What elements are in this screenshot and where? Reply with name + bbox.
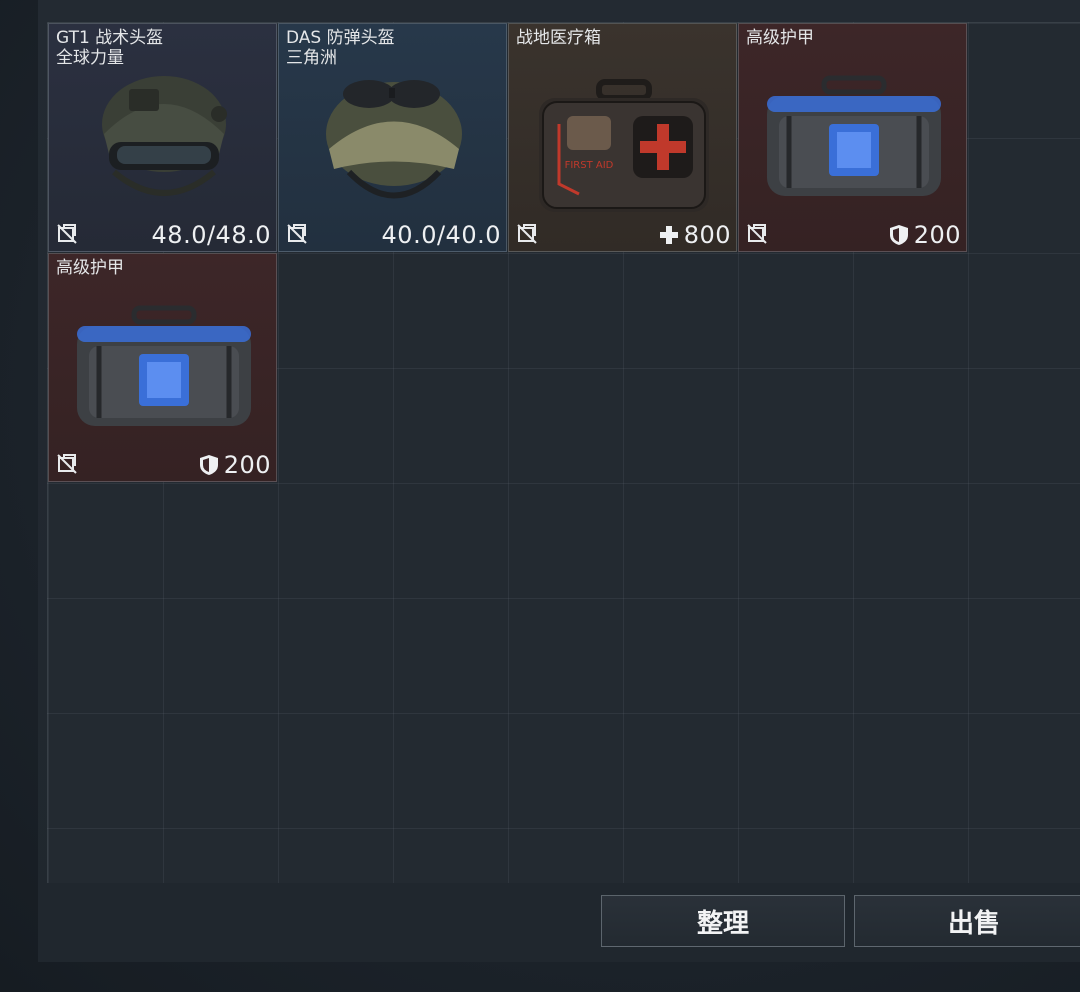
inventory-item-armor[interactable]: 高级护甲 200 [738,23,967,252]
item-name: 战地医疗箱 [516,28,601,48]
shield-icon [199,455,218,475]
item-armor-value: 200 [198,451,271,479]
item-name: DAS 防弹头盔 [286,28,395,48]
inventory-item-das-helmet[interactable]: DAS 防弹头盔 三角洲 40.0/40.0 [278,23,507,252]
shield-icon [889,225,908,245]
no-trade-icon [57,224,77,244]
no-trade-icon [517,224,537,244]
item-stat-value: 200 [913,221,961,249]
item-stat-value: 48.0/48.0 [151,221,271,249]
item-name: GT1 战术头盔 [56,28,164,48]
item-durability: 40.0/40.0 [382,221,501,249]
item-subtitle: 三角洲 [286,48,337,68]
item-stat-value: 800 [683,221,731,249]
kit-label: FIRST AID [565,160,614,171]
no-trade-icon [287,224,307,244]
inventory-item-armor[interactable]: 高级护甲 200 [48,253,277,482]
item-stat-value: 40.0/40.0 [381,221,501,249]
armor-bag-icon [767,75,941,196]
item-subtitle: 全球力量 [56,48,124,68]
item-durability: 48.0/48.0 [152,221,271,249]
first-aid-kit-icon: FIRST AID [539,79,709,212]
inventory-item-medkit[interactable]: FIRST AID 战地医疗箱 800 [508,23,737,252]
sell-button[interactable]: 出售 [854,895,1080,947]
tactical-helmet-icon [102,76,227,196]
armor-bag-icon [77,305,251,426]
no-trade-icon [57,454,77,474]
inventory-grid: GT1 战术头盔 全球力量 48.0/48.0 DAS 防弹头盔 三角洲 40.… [47,22,1080,883]
inventory-screen: GT1 战术头盔 全球力量 48.0/48.0 DAS 防弹头盔 三角洲 40.… [0,0,1080,992]
organize-button[interactable]: 整理 [601,895,845,947]
item-stat-value: 200 [223,451,271,479]
inventory-item-gt1-helmet[interactable]: GT1 战术头盔 全球力量 48.0/48.0 [48,23,277,252]
item-armor-value: 200 [888,221,961,249]
no-trade-icon [747,224,767,244]
ballistic-helmet-icon [326,80,462,199]
item-name: 高级护甲 [746,28,814,48]
plus-icon [659,226,678,244]
item-heal-amount: 800 [658,221,731,249]
item-name: 高级护甲 [56,258,124,278]
